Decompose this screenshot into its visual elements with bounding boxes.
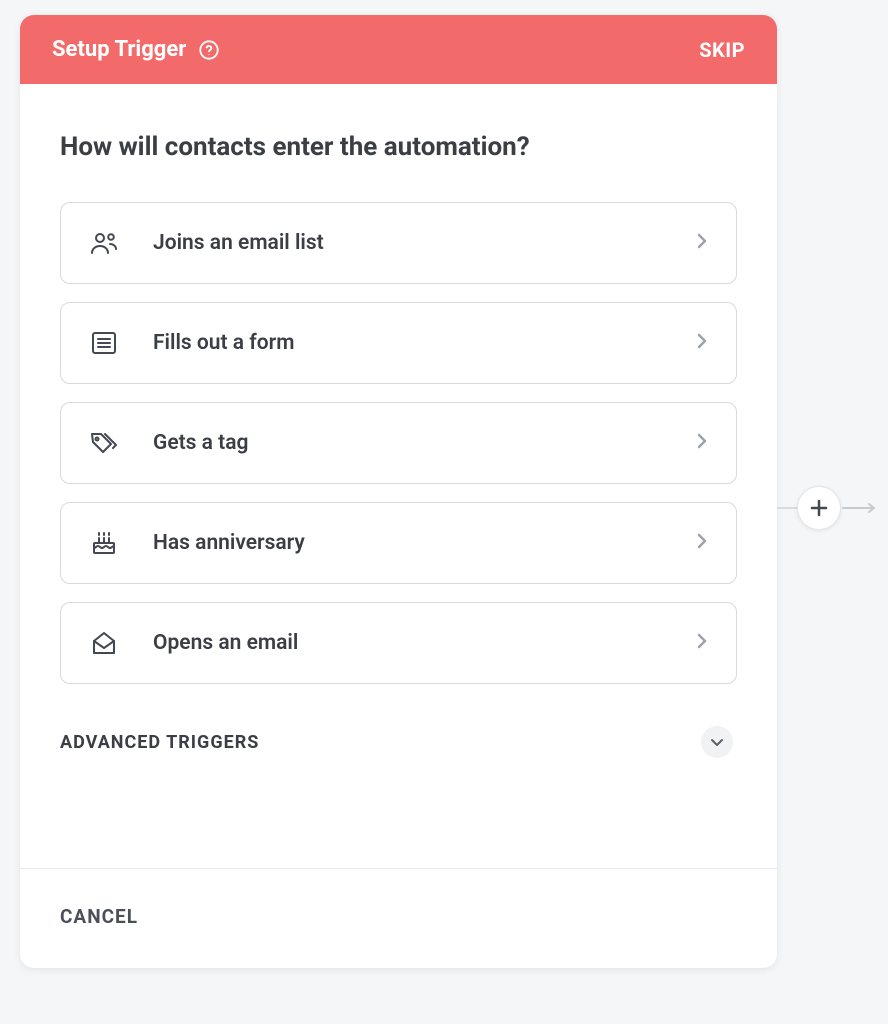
connector-line [777, 507, 797, 509]
chevron-right-icon [696, 433, 708, 453]
chevron-right-icon [696, 333, 708, 353]
connector-arrow-icon [841, 500, 881, 520]
advanced-triggers-toggle[interactable]: ADVANCED TRIGGERS [60, 720, 737, 788]
skip-button[interactable]: SKIP [699, 38, 745, 62]
trigger-list: Joins an email list Fills out a [60, 202, 737, 684]
card-header-left: Setup Trigger [52, 37, 220, 62]
card-title: Setup Trigger [52, 37, 186, 62]
chevron-down-icon [701, 726, 733, 758]
trigger-joins-email-list[interactable]: Joins an email list [60, 202, 737, 284]
trigger-label: Gets a tag [153, 431, 662, 455]
trigger-fills-form[interactable]: Fills out a form [60, 302, 737, 384]
form-icon [89, 329, 119, 357]
card-body: How will contacts enter the automation? … [20, 84, 777, 798]
setup-trigger-card: Setup Trigger SKIP How will contacts ent… [20, 15, 777, 968]
trigger-label: Fills out a form [153, 331, 662, 355]
tag-icon [89, 429, 119, 457]
trigger-has-anniversary[interactable]: Has anniversary [60, 502, 737, 584]
cancel-button[interactable]: CANCEL [60, 905, 138, 928]
trigger-label: Has anniversary [153, 531, 662, 555]
trigger-opens-email[interactable]: Opens an email [60, 602, 737, 684]
people-icon [89, 229, 119, 257]
add-step-button[interactable] [797, 486, 841, 530]
trigger-label: Opens an email [153, 631, 662, 655]
card-question: How will contacts enter the automation? [60, 132, 737, 162]
trigger-label: Joins an email list [153, 231, 662, 255]
mail-open-icon [89, 629, 119, 657]
card-footer: CANCEL [20, 868, 777, 968]
chevron-right-icon [696, 233, 708, 253]
chevron-right-icon [696, 533, 708, 553]
trigger-gets-tag[interactable]: Gets a tag [60, 402, 737, 484]
advanced-triggers-label: ADVANCED TRIGGERS [60, 732, 259, 753]
card-header: Setup Trigger SKIP [20, 15, 777, 84]
chevron-right-icon [696, 633, 708, 653]
cake-icon [89, 529, 119, 557]
help-icon[interactable] [198, 39, 220, 61]
